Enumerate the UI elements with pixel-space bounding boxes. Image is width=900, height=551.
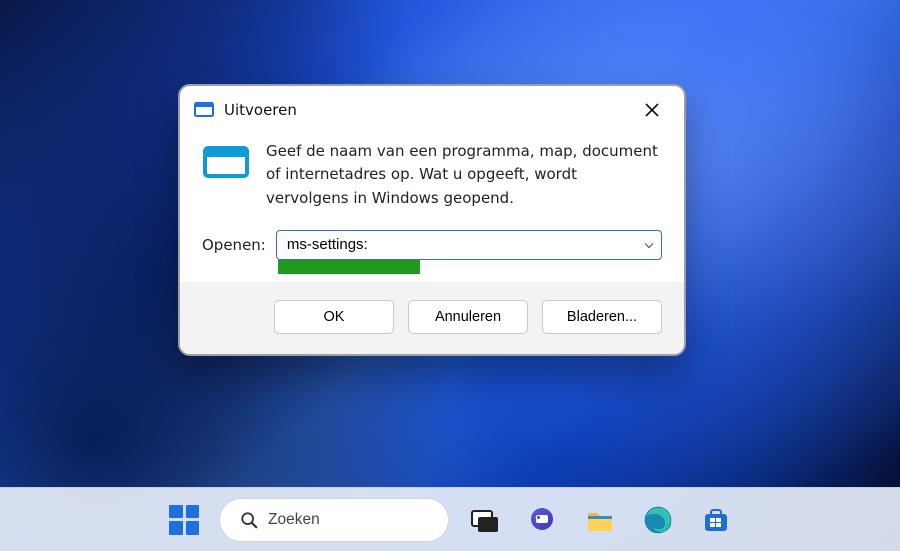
task-view-icon bbox=[468, 504, 500, 536]
taskbar: Zoeken bbox=[0, 487, 900, 551]
ok-button[interactable]: OK bbox=[274, 300, 394, 334]
browse-button[interactable]: Bladeren... bbox=[542, 300, 662, 334]
start-button[interactable] bbox=[161, 497, 207, 543]
dialog-footer: OK Annuleren Bladeren... bbox=[180, 282, 684, 354]
edge-icon bbox=[642, 504, 674, 536]
run-icon-large bbox=[202, 142, 250, 182]
file-explorer-button[interactable] bbox=[577, 497, 623, 543]
cancel-button[interactable]: Annuleren bbox=[408, 300, 528, 334]
run-icon bbox=[194, 100, 214, 120]
store-button[interactable] bbox=[693, 497, 739, 543]
file-explorer-icon bbox=[584, 504, 616, 536]
chat-button[interactable] bbox=[519, 497, 565, 543]
open-row: Openen: bbox=[202, 230, 662, 260]
dialog-title: Uitvoeren bbox=[224, 101, 297, 119]
task-view-button[interactable] bbox=[461, 497, 507, 543]
dialog-description: Geef de naam van een programma, map, doc… bbox=[266, 140, 662, 210]
taskbar-search-label: Zoeken bbox=[268, 511, 320, 529]
close-icon bbox=[645, 103, 659, 117]
start-icon bbox=[169, 505, 199, 535]
taskbar-search[interactable]: Zoeken bbox=[219, 498, 449, 542]
dialog-body: Geef de naam van een programma, map, doc… bbox=[180, 128, 684, 282]
close-button[interactable] bbox=[634, 96, 670, 124]
annotation-highlight bbox=[278, 260, 420, 274]
open-combobox[interactable] bbox=[276, 230, 662, 260]
store-icon bbox=[700, 504, 732, 536]
open-label: Openen: bbox=[202, 236, 266, 254]
open-input[interactable] bbox=[276, 230, 662, 260]
run-dialog: Uitvoeren Geef de naam van een programma… bbox=[178, 84, 686, 356]
dialog-titlebar: Uitvoeren bbox=[180, 86, 684, 128]
edge-button[interactable] bbox=[635, 497, 681, 543]
search-icon bbox=[240, 511, 258, 529]
chat-icon bbox=[526, 504, 558, 536]
